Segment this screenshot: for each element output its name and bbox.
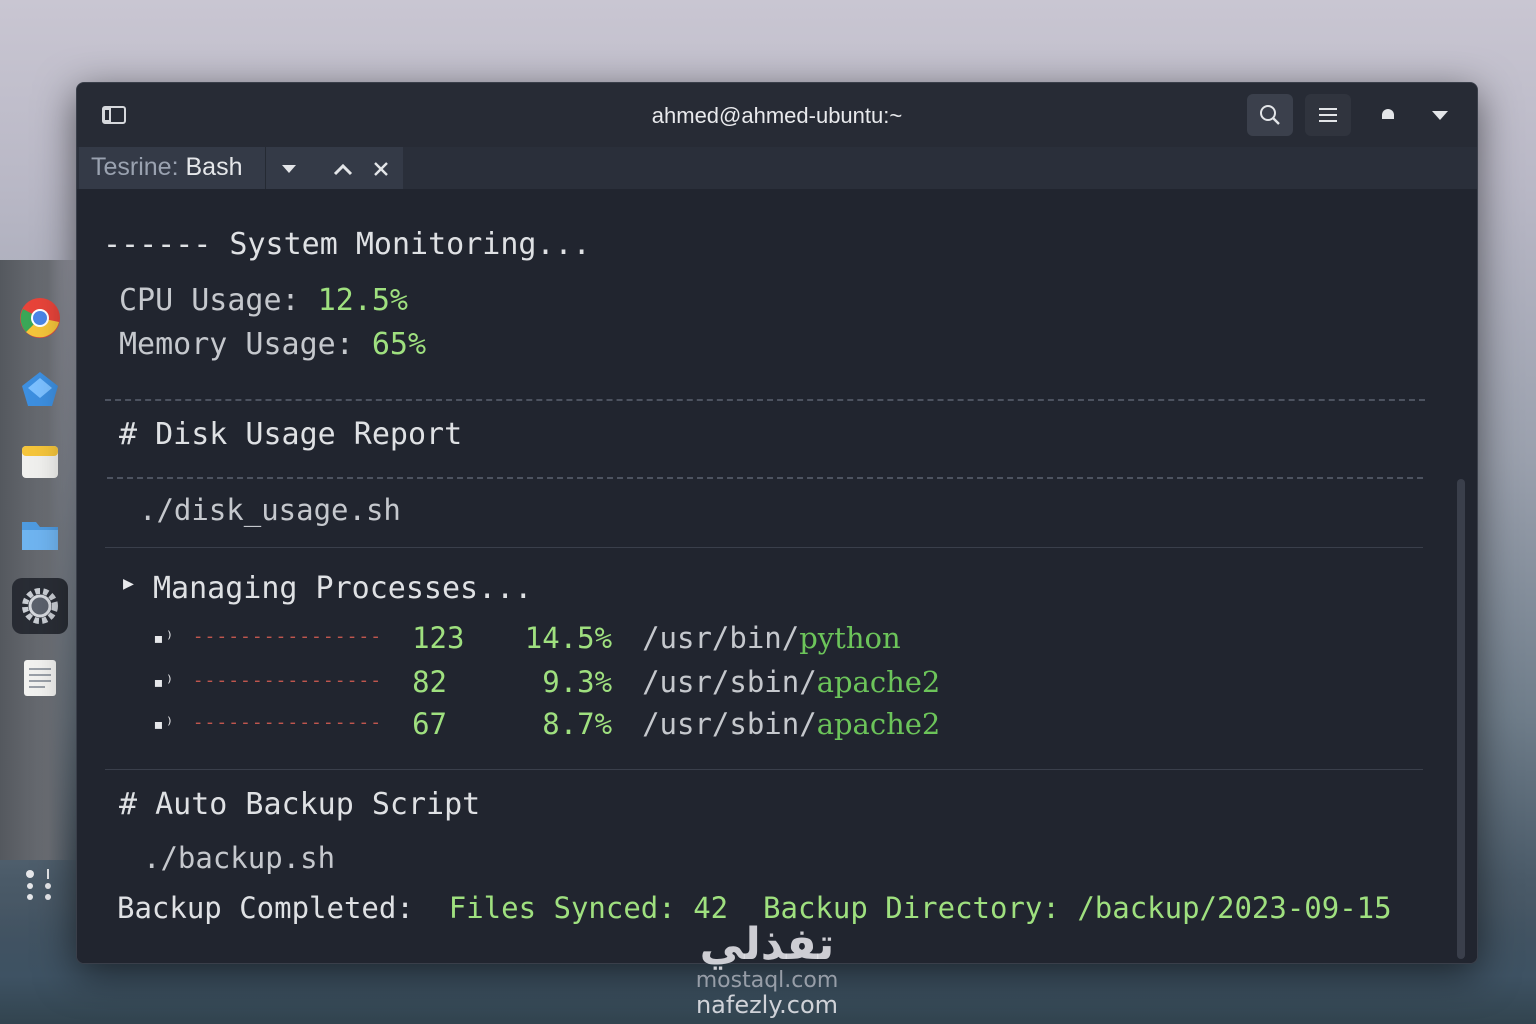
watermark-line2: nafezly.com	[695, 991, 839, 1019]
process-name: python	[799, 621, 901, 655]
divider-dashed	[107, 477, 1423, 479]
app-blue-icon	[22, 372, 58, 406]
dock-settings[interactable]	[12, 578, 68, 634]
backup-done-label: Backup Completed:	[117, 891, 414, 925]
tab-label: Tesrine: Bash	[91, 153, 242, 182]
tab-bar: Tesrine: Bash	[77, 147, 1477, 191]
process-path: /usr/bin/	[642, 621, 800, 655]
backup-header: # Auto Backup Script	[119, 787, 481, 822]
caret-down-icon	[282, 165, 296, 173]
triangle-icon: ▶	[123, 573, 134, 594]
memory-usage-line: Memory Usage: 65%	[119, 327, 426, 362]
terminal-window: ahmed@ahmed-ubuntu:~ Tesrine: Bash -----…	[76, 82, 1478, 964]
memory-value: 65%	[371, 327, 427, 362]
watermark-line1: mostaql.com	[695, 968, 839, 993]
chevron-down-icon	[1432, 111, 1448, 120]
dock-app-blue[interactable]	[12, 362, 68, 418]
backup-dir-value: /backup/2023-09-15	[1077, 891, 1392, 925]
cpu-usage-line: CPU Usage: 12.5%	[119, 283, 408, 318]
dock-text-editor[interactable]	[12, 650, 68, 706]
notes-icon	[22, 446, 58, 478]
dock	[4, 290, 74, 930]
dock-notes[interactable]	[12, 434, 68, 490]
disk-command: ./disk_usage.sh	[139, 493, 401, 527]
divider-dashed	[105, 399, 1425, 401]
tab-name: Bash	[185, 153, 243, 181]
watermark: تفذلي mostaql.com nafezly.com	[672, 920, 862, 1024]
process-pid: 123	[412, 621, 465, 655]
divider-rule	[105, 547, 1423, 548]
tab-close-button[interactable]	[369, 157, 393, 181]
search-button[interactable]	[1247, 94, 1293, 136]
app-grid-icon	[26, 869, 51, 900]
process-path: /usr/sbin/	[642, 665, 817, 699]
tab-scroll-up-button[interactable]	[331, 157, 355, 181]
watermark-arabic: تفذلي	[699, 919, 835, 970]
cpu-value: 12.5%	[317, 283, 408, 318]
process-pid: 82	[412, 665, 447, 699]
process-dashes: ----------------	[192, 670, 383, 691]
hamburger-icon	[1319, 108, 1337, 122]
process-cpu: 14.5%	[524, 621, 613, 655]
search-icon	[1260, 105, 1280, 125]
process-cpu: 8.7%	[542, 707, 613, 741]
process-bullet-icon: ▪⁾	[153, 714, 175, 735]
disk-header: # Disk Usage Report	[119, 417, 463, 452]
close-icon	[374, 162, 388, 176]
process-name: apache2	[816, 665, 941, 699]
chrome-icon	[20, 298, 60, 338]
tab-separator	[265, 147, 266, 189]
process-row: ▪⁾ ---------------- 82 9.3% /usr/sbin/apache…	[153, 665, 940, 699]
process-dashes: ----------------	[192, 712, 383, 733]
menu-button[interactable]	[1305, 94, 1351, 136]
scrollbar[interactable]	[1457, 479, 1465, 959]
process-name: apache2	[816, 707, 941, 741]
process-pid: 67	[412, 707, 447, 741]
process-dashes: ----------------	[192, 626, 383, 647]
dock-app-grid[interactable]	[12, 856, 68, 912]
gear-icon	[22, 588, 58, 624]
files-synced-label: Files Synced:	[448, 891, 676, 925]
title-bar[interactable]: ahmed@ahmed-ubuntu:~	[77, 83, 1477, 148]
memory-label: Memory Usage:	[119, 327, 372, 362]
process-header: Managing Processes...	[153, 571, 533, 606]
folder-icon	[22, 522, 58, 550]
tab-dropdown-button[interactable]	[277, 157, 301, 181]
window-dropdown-button[interactable]	[1417, 94, 1463, 136]
dock-chrome[interactable]	[12, 290, 68, 346]
process-bullet-icon: ▪⁾	[153, 628, 175, 649]
terminal-output[interactable]: ------ System Monitoring... CPU Usage: 1…	[77, 189, 1477, 963]
process-path: /usr/sbin/	[642, 707, 817, 741]
process-cpu: 9.3%	[542, 665, 613, 699]
process-row: ▪⁾ ---------------- 67 8.7% /usr/sbin/apache…	[153, 707, 940, 741]
cpu-label: CPU Usage:	[119, 283, 318, 318]
tab-bash[interactable]: Tesrine: Bash	[79, 147, 403, 191]
process-bullet-icon: ▪⁾	[153, 672, 175, 693]
backup-command: ./backup.sh	[143, 841, 336, 875]
chevron-up-icon	[333, 163, 353, 176]
tab-prefix: Tesrine:	[91, 153, 186, 181]
text-editor-icon	[24, 660, 56, 696]
divider-rule	[105, 769, 1423, 770]
minimize-button[interactable]	[1365, 94, 1411, 136]
dock-files[interactable]	[12, 506, 68, 562]
process-row: ▪⁾ ---------------- 123 14.5% /usr/bin/pytho…	[153, 621, 901, 655]
monitor-header: ------ System Monitoring...	[103, 227, 591, 262]
minimize-icon	[1382, 109, 1394, 119]
